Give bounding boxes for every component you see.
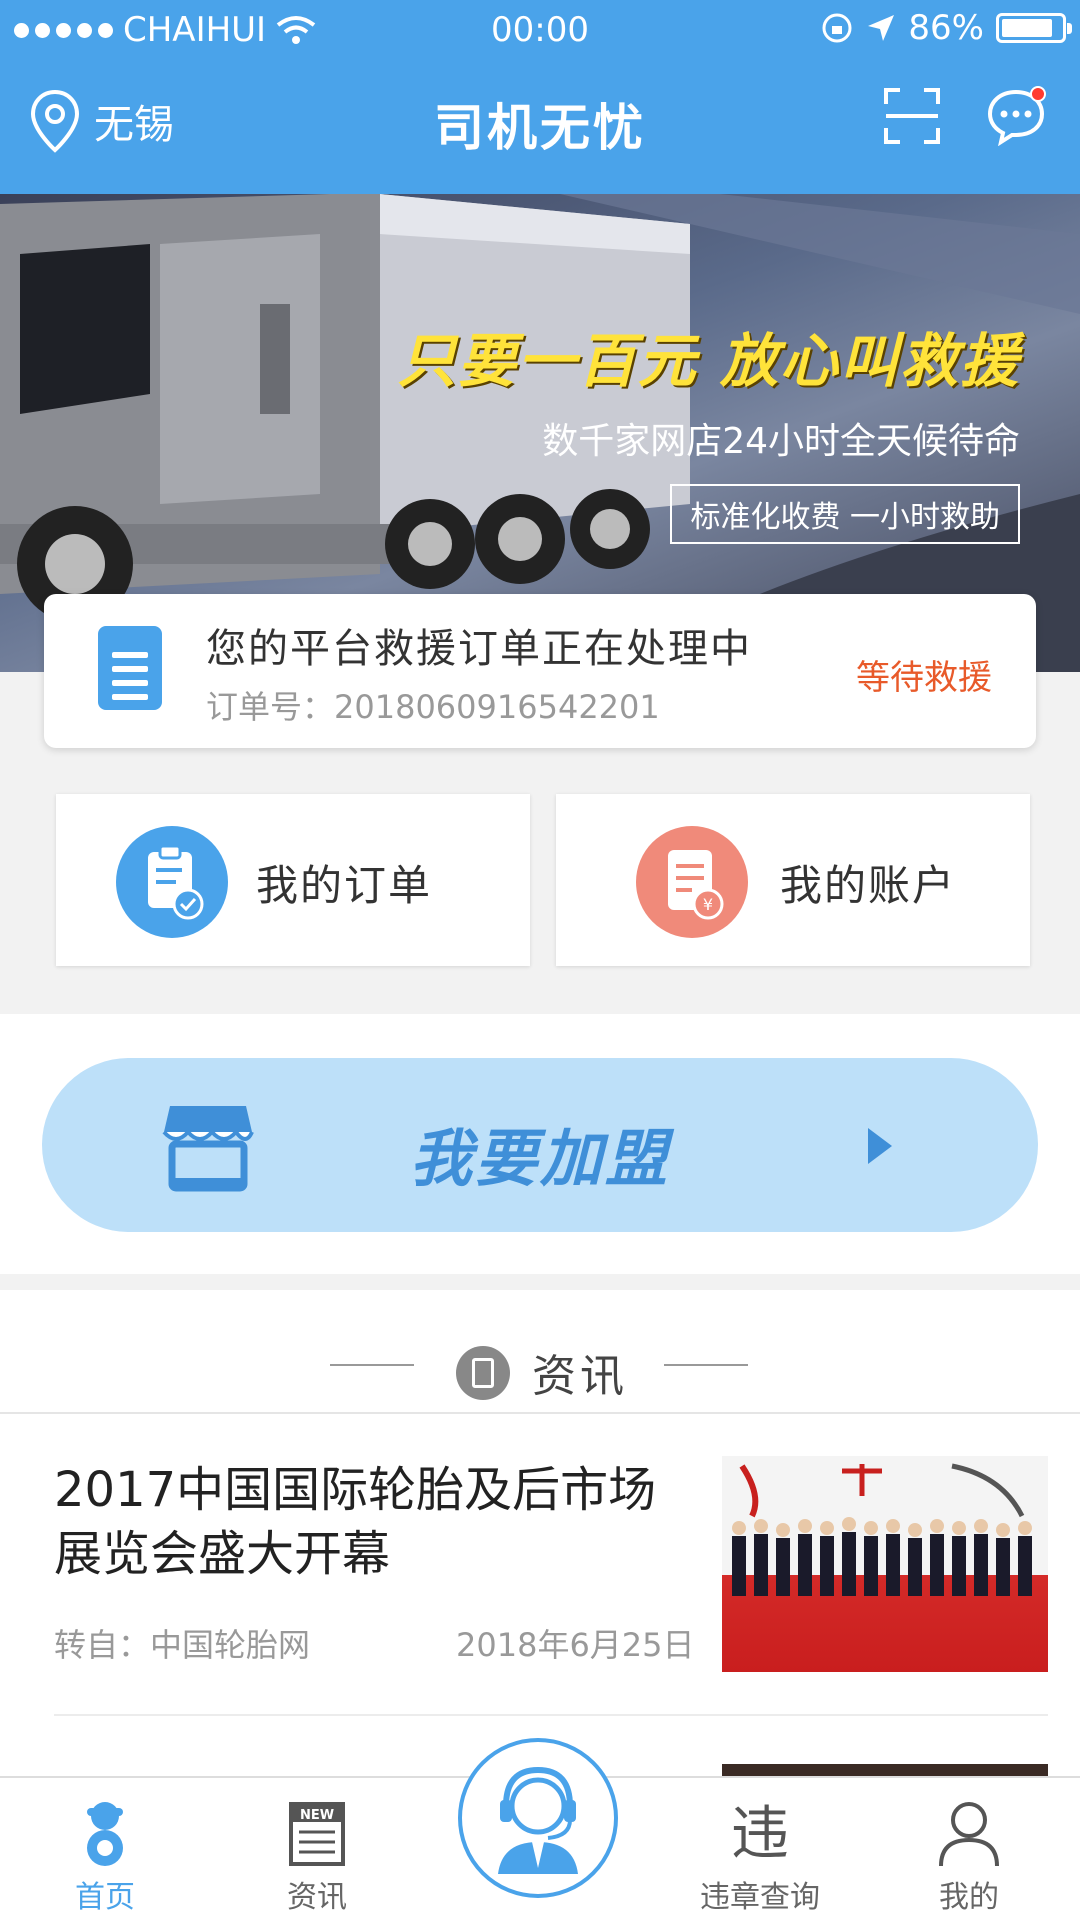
order-number: 订单号：2018060916542201 — [206, 688, 660, 726]
nav-bar: 无锡 司机无忧 — [0, 68, 1080, 188]
header-divider-left — [330, 1364, 414, 1366]
rotation-lock-icon — [822, 13, 852, 43]
tab-news[interactable]: NEW 资讯 — [252, 1778, 382, 1920]
news-item-source: 转自：中国轮胎网 — [54, 1626, 311, 1664]
news-header: 资讯 — [0, 1320, 1080, 1410]
order-status-badge: 等待救援 — [856, 658, 992, 698]
customer-service-button[interactable] — [458, 1738, 618, 1898]
tab-violation-label: 违章查询 — [700, 1880, 820, 1915]
my-account-label: 我的账户 — [780, 861, 957, 910]
status-right: 86% — [820, 8, 1072, 48]
clipboard-check-icon — [116, 826, 228, 938]
join-button[interactable]: 我要加盟 — [42, 1058, 1038, 1232]
my-account-button[interactable]: ¥ 我的账户 — [556, 794, 1030, 966]
app-header: CHAIHUI 00:00 86% 无锡 司机无忧 — [0, 0, 1080, 194]
order-title: 您的平台救援订单正在处理中 — [206, 626, 752, 672]
news-item-date: 2018年6月25日 — [456, 1626, 695, 1664]
violation-glyph-icon: 违 — [730, 1799, 789, 1867]
message-icon[interactable] — [986, 86, 1048, 146]
battery-icon — [996, 13, 1072, 43]
home-driver-icon — [87, 1802, 123, 1866]
rescue-order-card[interactable]: 您的平台救援订单正在处理中 订单号：2018060916542201 等待救援 — [44, 594, 1036, 748]
join-section: 我要加盟 — [0, 1014, 1080, 1274]
tab-home[interactable]: 首页 — [40, 1778, 170, 1920]
scan-icon[interactable] — [882, 86, 942, 146]
news-thumbnail — [722, 1456, 1048, 1672]
headset-agent-icon — [498, 1766, 578, 1874]
bill-yuan-icon: ¥ — [636, 826, 748, 938]
order-document-icon — [98, 626, 162, 710]
my-orders-label: 我的订单 — [256, 861, 433, 910]
user-profile-icon — [939, 1802, 999, 1867]
location-arrow-icon — [868, 15, 895, 41]
play-arrow-icon — [868, 1128, 892, 1164]
news-divider — [0, 1412, 1080, 1414]
tab-mine[interactable]: 我的 — [904, 1778, 1034, 1920]
news-item-separator — [54, 1714, 1048, 1716]
my-orders-button[interactable]: 我的订单 — [56, 794, 530, 966]
tab-home-label: 首页 — [75, 1880, 135, 1915]
tab-mine-label: 我的 — [939, 1880, 999, 1915]
tab-violation[interactable]: 违 违章查询 — [680, 1778, 840, 1920]
news-doc-icon — [456, 1346, 510, 1400]
banner-subline: 数千家网店24小时全天候待命 — [542, 421, 1020, 462]
header-divider-right — [664, 1364, 748, 1366]
battery-percent: 86% — [908, 8, 984, 48]
newspaper-icon: NEW — [289, 1802, 345, 1866]
svg-text:¥: ¥ — [703, 895, 713, 914]
news-section-title: 资讯 — [532, 1351, 628, 1402]
news-item-title: 2017中国国际轮胎及后市场展览会盛大开幕 — [54, 1462, 657, 1582]
svg-text:NEW: NEW — [300, 1808, 334, 1823]
status-bar: CHAIHUI 00:00 86% — [0, 0, 1080, 60]
tab-news-label: 资讯 — [287, 1880, 347, 1915]
banner-copy: 只要一百元 放心叫救援 数千家网店24小时全天候待命 标准化收费 一小时救助 — [398, 314, 1020, 544]
banner-headline: 只要一百元 放心叫救援 — [397, 327, 1020, 395]
banner-boxed-text: 标准化收费 一小时救助 — [670, 484, 1020, 544]
